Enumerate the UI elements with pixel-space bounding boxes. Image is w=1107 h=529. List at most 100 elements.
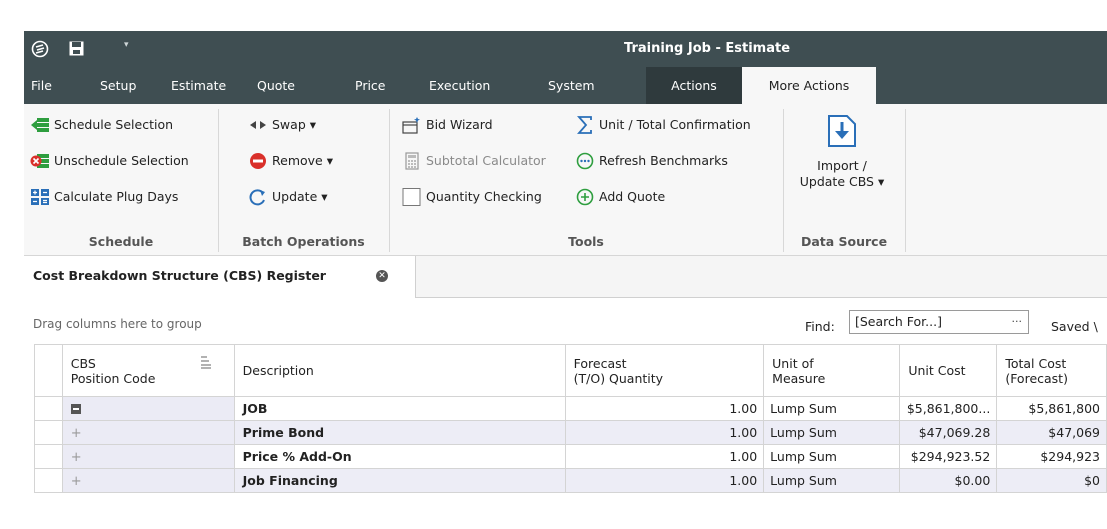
update-button[interactable]: Update ▾ (248, 186, 328, 208)
uom-cell[interactable]: Lump Sum (763, 444, 901, 469)
quantity-checking-label: Quantity Checking (426, 189, 542, 204)
sort-icon[interactable] (200, 355, 212, 369)
cbs-code-cell[interactable]: + (61, 468, 235, 493)
header-text: (Forecast) (1005, 370, 1068, 386)
schedule-selection-button[interactable]: Schedule Selection (30, 114, 173, 136)
table-row[interactable]: + Price % Add-On 1.00 Lump Sum $294,923.… (34, 444, 1107, 469)
search-input-value: [Search For...] (855, 314, 942, 329)
unschedule-selection-button[interactable]: Unschedule Selection (30, 150, 189, 172)
tab-price[interactable]: Price (355, 67, 386, 104)
close-icon[interactable]: ✕ (376, 270, 388, 282)
quantity-checking-checkbox[interactable]: Quantity Checking (402, 186, 542, 208)
application-window: ▾ Training Job - Estimate File Setup Est… (24, 31, 1107, 529)
total-cost-cell[interactable]: $294,923 (996, 444, 1107, 469)
ribbon-panel: Schedule Selection Unschedule Selection … (24, 104, 1107, 256)
ribbon-separator (905, 109, 906, 252)
calculator-icon (405, 151, 419, 170)
document-tab-cbs-register[interactable]: Cost Breakdown Structure (CBS) Register … (24, 256, 416, 298)
tab-execution[interactable]: Execution (429, 67, 490, 104)
refresh-benchmarks-button[interactable]: Refresh Benchmarks (575, 150, 728, 172)
unit-total-confirmation-label: Unit / Total Confirmation (599, 117, 751, 132)
column-header-cbs-code[interactable]: CBS Position Code (61, 344, 235, 397)
quick-access-dropdown-icon[interactable]: ▾ (124, 40, 129, 50)
subtotal-calculator-label: Subtotal Calculator (426, 153, 546, 168)
quantity-cell[interactable]: 1.00 (564, 396, 765, 421)
data-source-group-label: Data Source (800, 234, 888, 249)
group-by-hint[interactable]: Drag columns here to group (33, 317, 202, 331)
tab-file[interactable]: File (31, 67, 52, 104)
swap-icon (250, 120, 266, 129)
header-text: Unit of (772, 355, 814, 371)
tab-actions[interactable]: Actions (646, 67, 742, 104)
description-cell[interactable]: Job Financing (233, 468, 566, 493)
description-cell[interactable]: Price % Add-On (233, 444, 566, 469)
row-indicator[interactable] (34, 396, 63, 421)
tab-more-actions[interactable]: More Actions (742, 67, 876, 104)
uom-cell[interactable]: Lump Sum (763, 420, 901, 445)
unit-cost-cell[interactable]: $0.00 (899, 468, 998, 493)
app-logo-icon[interactable] (31, 40, 49, 58)
uom-cell[interactable]: Lump Sum (763, 396, 901, 421)
unit-cost-cell[interactable]: $5,861,800... (899, 396, 998, 421)
tab-estimate[interactable]: Estimate (171, 67, 226, 104)
search-options-button[interactable]: ··· (1012, 311, 1023, 333)
saved-views-label[interactable]: Saved \ (1051, 319, 1098, 334)
calculate-icon (31, 188, 49, 205)
total-cost-cell[interactable]: $47,069 (996, 420, 1107, 445)
save-icon[interactable] (69, 41, 84, 56)
column-header-unit-of-measure[interactable]: Unit of Measure (763, 344, 901, 397)
total-cost-cell[interactable]: $0 (996, 468, 1107, 493)
row-indicator[interactable] (34, 444, 63, 469)
table-row[interactable]: JOB 1.00 Lump Sum $5,861,800... $5,861,8… (34, 396, 1107, 421)
table-row[interactable]: + Prime Bond 1.00 Lump Sum $47,069.28 $4… (34, 420, 1107, 445)
bid-wizard-button[interactable]: Bid Wizard (402, 114, 493, 136)
document-tab-title: Cost Breakdown Structure (CBS) Register (33, 268, 326, 283)
remove-button[interactable]: Remove ▾ (248, 150, 333, 172)
unit-cost-cell[interactable]: $47,069.28 (899, 420, 998, 445)
row-indicator-header (34, 344, 63, 397)
tab-setup[interactable]: Setup (100, 67, 136, 104)
update-icon (249, 188, 265, 205)
uom-cell[interactable]: Lump Sum (763, 468, 901, 493)
header-text: Measure (772, 370, 826, 386)
quantity-cell[interactable]: 1.00 (564, 420, 765, 445)
table-row[interactable]: + Job Financing 1.00 Lump Sum $0.00 $0 (34, 468, 1107, 493)
total-cost-cell[interactable]: $5,861,800 (996, 396, 1107, 421)
row-indicator[interactable] (34, 468, 63, 493)
header-text: Position Code (70, 370, 156, 386)
calculate-plug-days-button[interactable]: Calculate Plug Days (30, 186, 178, 208)
find-label: Find: (805, 319, 835, 334)
unit-total-confirmation-button[interactable]: Unit / Total Confirmation (575, 114, 751, 136)
subtotal-calculator-button[interactable]: Subtotal Calculator (402, 150, 546, 172)
quantity-cell[interactable]: 1.00 (564, 468, 765, 493)
column-header-unit-cost[interactable]: Unit Cost (899, 344, 998, 397)
column-header-total-cost[interactable]: Total Cost (Forecast) (996, 344, 1107, 397)
checkbox-icon (402, 187, 421, 206)
cbs-code-cell[interactable]: + (61, 444, 235, 469)
row-indicator[interactable] (34, 420, 63, 445)
description-cell[interactable]: JOB (233, 396, 566, 421)
update-label: Update ▾ (272, 189, 328, 204)
header-row: CBS Position Code Description Forecast (… (34, 344, 1107, 397)
collapse-icon[interactable] (70, 404, 81, 414)
description-cell[interactable]: Prime Bond (233, 420, 566, 445)
quantity-cell[interactable]: 1.00 (564, 444, 765, 469)
cbs-table: CBS Position Code Description Forecast (… (34, 344, 1107, 493)
cbs-code-cell[interactable] (61, 396, 235, 421)
grid-toolbar: Drag columns here to group Find: [Search… (24, 299, 1107, 344)
add-quote-button[interactable]: Add Quote (575, 186, 665, 208)
bid-wizard-icon (402, 116, 420, 134)
unschedule-selection-label: Unschedule Selection (54, 153, 189, 168)
tab-quote[interactable]: Quote (257, 67, 295, 104)
expand-icon[interactable]: + (71, 450, 82, 465)
expand-icon[interactable]: + (71, 474, 82, 489)
swap-button[interactable]: Swap ▾ (248, 114, 316, 136)
cbs-code-cell[interactable]: + (61, 420, 235, 445)
expand-icon[interactable]: + (71, 426, 82, 441)
search-input[interactable]: [Search For...] ··· (849, 310, 1029, 334)
import-update-cbs-button[interactable]: Import / Update CBS ▾ (796, 108, 888, 228)
column-header-description[interactable]: Description (233, 344, 566, 397)
unit-cost-cell[interactable]: $294,923.52 (899, 444, 998, 469)
column-header-forecast-quantity[interactable]: Forecast (T/O) Quantity (564, 344, 765, 397)
tab-system[interactable]: System (548, 67, 595, 104)
